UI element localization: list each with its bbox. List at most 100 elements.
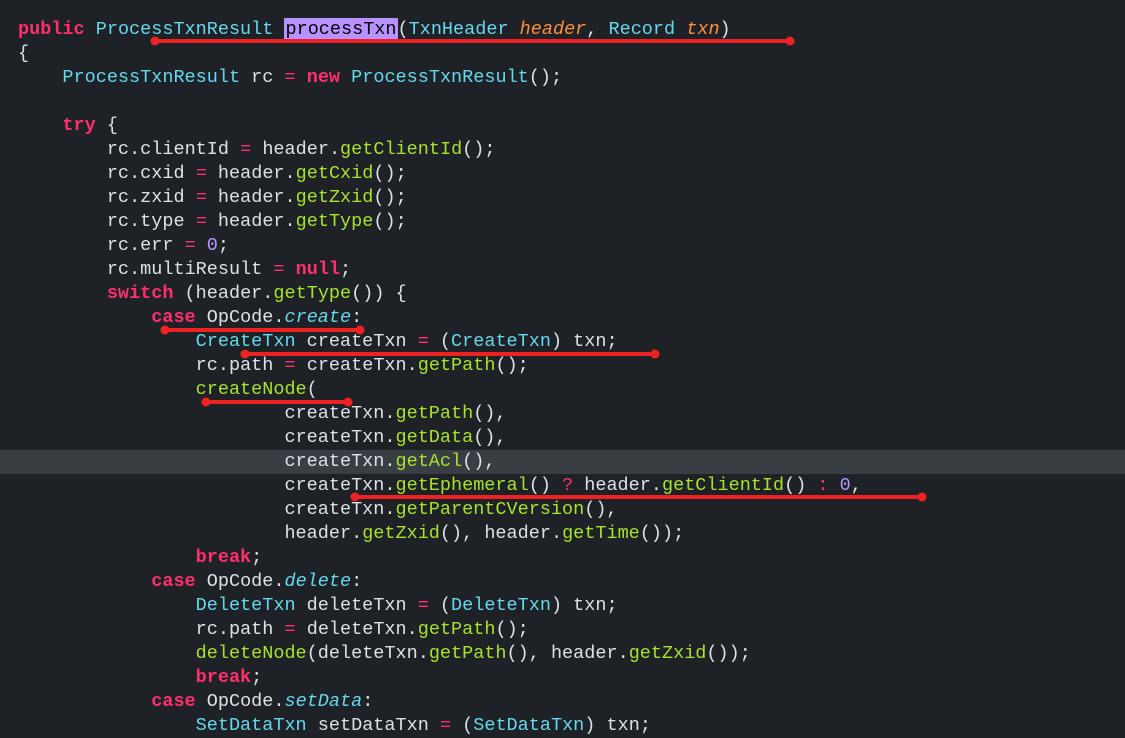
code-line[interactable]: SetDataTxn setDataTxn = (SetDataTxn) txn… [0, 714, 1125, 738]
token-pn [85, 19, 96, 40]
token-pn [509, 19, 520, 40]
token-pn: : [362, 691, 373, 712]
token-var: rc [251, 67, 273, 88]
token-it2: txn [686, 19, 719, 40]
code-line[interactable]: ProcessTxnResult rc = new ProcessTxnResu… [0, 66, 1125, 90]
code-line[interactable]: break; [0, 666, 1125, 690]
code-line[interactable]: deleteNode(deleteTxn.getPath(), header.g… [0, 642, 1125, 666]
token-type: CreateTxn [196, 331, 296, 352]
token-pn: . [384, 451, 395, 472]
token-fn: getData [395, 427, 473, 448]
token-pn: ) [720, 19, 731, 40]
code-line[interactable]: case OpCode.delete: [0, 570, 1125, 594]
code-line[interactable]: rc.path = createTxn.getPath(); [0, 354, 1125, 378]
token-pn: (); [462, 139, 495, 160]
token-type: DeleteTxn [196, 595, 296, 616]
token-pn: . [418, 643, 429, 664]
token-fn: getTime [562, 523, 640, 544]
token-pn: . [129, 235, 140, 256]
token-fn: getType [296, 211, 374, 232]
token-op: = [418, 595, 429, 616]
token-pn: ( [451, 715, 473, 736]
code-line[interactable]: rc.path = deleteTxn.getPath(); [0, 618, 1125, 642]
token-var: txn [573, 595, 606, 616]
token-pn: (); [373, 163, 406, 184]
token-pn: . [129, 187, 140, 208]
token-var: OpCode [207, 307, 274, 328]
token-var: deleteTxn [307, 619, 407, 640]
code-editor[interactable]: public ProcessTxnResult processTxn(TxnHe… [0, 18, 1125, 738]
token-fn: getZxid [362, 523, 440, 544]
token-pn [340, 67, 351, 88]
token-var: header [218, 187, 285, 208]
token-pn [407, 331, 418, 352]
token-var: header [284, 523, 351, 544]
token-fn: getZxid [296, 187, 374, 208]
code-line[interactable]: case OpCode.create: [0, 306, 1125, 330]
token-pn: , [586, 19, 608, 40]
code-line[interactable]: createTxn.getEphemeral() ? header.getCli… [0, 474, 1125, 498]
token-var: header [262, 139, 329, 160]
token-fn: getEphemeral [395, 475, 528, 496]
code-line[interactable]: switch (header.getType()) { [0, 282, 1125, 306]
token-var: type [140, 211, 184, 232]
token-pn: ; [606, 331, 617, 352]
token-pn [196, 691, 207, 712]
code-line[interactable]: CreateTxn createTxn = (CreateTxn) txn; [0, 330, 1125, 354]
token-pn: ) [584, 715, 606, 736]
token-var: deleteTxn [318, 643, 418, 664]
token-var: header [218, 211, 285, 232]
token-pn: . [384, 403, 395, 424]
token-pn: ) [551, 595, 573, 616]
code-line[interactable]: rc.type = header.getType(); [0, 210, 1125, 234]
code-line[interactable]: rc.err = 0; [0, 234, 1125, 258]
token-pn: . [218, 355, 229, 376]
token-it2: header [520, 19, 587, 40]
token-fn: getType [273, 283, 351, 304]
token-var: multiResult [140, 259, 262, 280]
token-type: ProcessTxnResult [351, 67, 529, 88]
token-pn: . [618, 643, 629, 664]
token-pn [296, 355, 307, 376]
code-line[interactable]: rc.zxid = header.getZxid(); [0, 186, 1125, 210]
code-line[interactable]: createTxn.getData(), [0, 426, 1125, 450]
code-line[interactable]: rc.cxid = header.getCxid(); [0, 162, 1125, 186]
token-pn [18, 451, 284, 472]
token-kw: break [196, 667, 252, 688]
code-line[interactable]: DeleteTxn deleteTxn = (DeleteTxn) txn; [0, 594, 1125, 618]
token-pn: (), [440, 523, 484, 544]
code-line[interactable]: break; [0, 546, 1125, 570]
token-pn [18, 355, 196, 376]
token-type: SetDataTxn [473, 715, 584, 736]
token-pn [296, 595, 307, 616]
code-line[interactable]: rc.multiResult = null; [0, 258, 1125, 282]
code-line[interactable]: createNode( [0, 378, 1125, 402]
token-op: ? [562, 475, 573, 496]
token-pn [185, 211, 196, 232]
token-type: Record [609, 19, 676, 40]
code-line[interactable]: case OpCode.setData: [0, 690, 1125, 714]
code-line[interactable]: header.getZxid(), header.getTime()); [0, 522, 1125, 546]
token-pn [296, 67, 307, 88]
token-pn [251, 139, 262, 160]
code-line[interactable]: createTxn.getParentCVersion(), [0, 498, 1125, 522]
token-pn: ( [173, 283, 195, 304]
token-hlbox: processTxn [284, 18, 397, 42]
token-op: = [440, 715, 451, 736]
token-pn: ( [398, 19, 409, 40]
code-line[interactable]: try { [0, 114, 1125, 138]
token-pn: . [407, 355, 418, 376]
code-line[interactable] [0, 90, 1125, 114]
token-pn: . [407, 619, 418, 640]
token-pn [173, 235, 184, 256]
token-var: createTxn [284, 403, 384, 424]
token-var: setDataTxn [318, 715, 429, 736]
code-line[interactable]: public ProcessTxnResult processTxn(TxnHe… [0, 18, 1125, 42]
token-kw: break [196, 547, 252, 568]
token-pn [18, 67, 62, 88]
code-line[interactable]: createTxn.getPath(), [0, 402, 1125, 426]
code-line[interactable]: rc.clientId = header.getClientId(); [0, 138, 1125, 162]
code-line[interactable]: { [0, 42, 1125, 66]
token-var: deleteTxn [307, 595, 407, 616]
code-line[interactable]: createTxn.getAcl(), [0, 450, 1125, 474]
